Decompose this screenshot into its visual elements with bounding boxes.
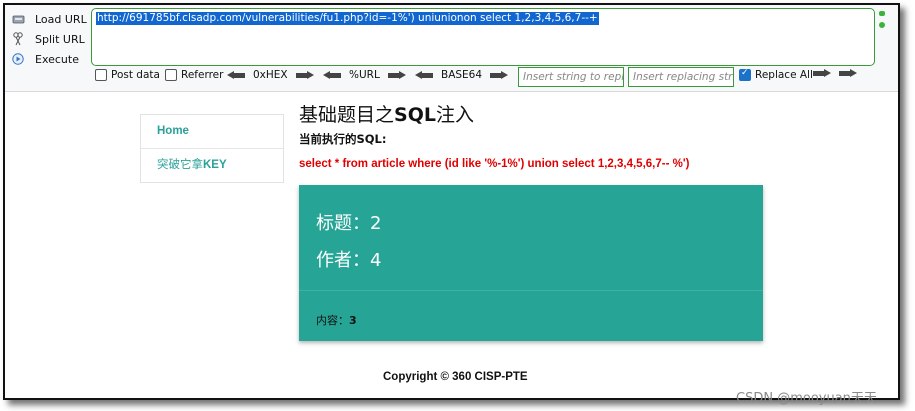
hackbar-actions: Load URL Split URL Execute [11, 9, 91, 69]
hex-encode-arrow-icon[interactable] [295, 70, 314, 80]
nav-key-suffix: KEY [203, 159, 227, 171]
article-author: 作者：4 [316, 250, 382, 271]
execute-button[interactable]: Execute [11, 49, 91, 69]
url-decode-arrow-icon[interactable] [323, 70, 341, 80]
replace-arrow-icon[interactable] [813, 69, 831, 78]
hex-encoder[interactable]: 0xHEX [227, 69, 314, 81]
sql-query: select * from article where (id like '%-… [299, 158, 690, 170]
post-data-checkbox[interactable] [95, 69, 107, 81]
replacing-string-input[interactable]: Insert replacing string [628, 67, 734, 87]
hackbar-options: Post data Referrer 0xHEX %URL BASE64 Ins… [5, 67, 898, 87]
replace-all-option[interactable]: Replace All [739, 68, 813, 81]
article-title: 标题：2 [316, 213, 382, 234]
referrer-label: Referrer [181, 69, 224, 81]
post-data-option[interactable]: Post data [95, 69, 160, 81]
nav-item-home[interactable]: Home [141, 115, 283, 148]
split-url-icon [11, 32, 25, 46]
base64-decode-arrow-icon[interactable] [415, 70, 433, 80]
url-textarea[interactable]: http://691785bf.clsadp.com/vulnerabiliti… [91, 8, 875, 66]
collapse-icon[interactable] [879, 11, 885, 16]
card-divider [299, 290, 763, 291]
hackbar-side-controls [879, 11, 887, 34]
base64-encoder[interactable]: BASE64 [415, 69, 509, 81]
content-value: 3 [349, 314, 357, 327]
replace-arrow-1[interactable] [813, 69, 831, 78]
url-value: http://691785bf.clsadp.com/vulnerabiliti… [96, 12, 599, 25]
execute-icon [11, 52, 25, 66]
replace-all-arrow-icon[interactable] [839, 69, 857, 78]
post-data-label: Post data [111, 69, 160, 81]
load-url-icon [11, 12, 25, 26]
page-title-suffix: 注入 [435, 104, 474, 126]
sql-label: 当前执行的SQL: [299, 132, 387, 146]
load-url-label: Load URL [35, 12, 87, 26]
referrer-option[interactable]: Referrer [165, 69, 223, 81]
article-card: 标题：2 作者：4 内容：3 [299, 185, 763, 341]
base64-label: BASE64 [441, 69, 483, 81]
referrer-checkbox[interactable] [165, 69, 177, 81]
status-dot-icon [879, 22, 885, 28]
screenshot-frame: Load URL Split URL Execute http://691785… [3, 3, 900, 400]
page-title-bold: SQL [394, 104, 436, 126]
csdn-watermark: CSDN @mooyuan天天 [736, 391, 877, 406]
replace-all-label: Replace All [755, 69, 813, 81]
content-label: 内容： [316, 314, 349, 327]
page-title: 基础题目之SQL注入 [299, 100, 474, 127]
replace-arrow-2[interactable] [839, 69, 857, 78]
url-encode-arrow-icon[interactable] [387, 70, 406, 80]
side-nav: Home 突破它拿KEY [140, 114, 284, 183]
url-encode-label: %URL [349, 69, 380, 81]
nav-key-prefix: 突破它拿 [157, 159, 203, 171]
replace-all-checkbox[interactable] [739, 68, 751, 81]
page-title-prefix: 基础题目之 [299, 104, 395, 126]
hex-label: 0xHEX [253, 69, 288, 81]
insert-string-input[interactable]: Insert string to replace [518, 67, 624, 87]
split-url-button[interactable]: Split URL [11, 29, 91, 49]
base64-encode-arrow-icon[interactable] [490, 70, 509, 80]
article-content: 内容：3 [316, 312, 357, 328]
hackbar: Load URL Split URL Execute http://691785… [5, 5, 898, 92]
url-encoder[interactable]: %URL [323, 69, 406, 81]
hex-decode-arrow-icon[interactable] [227, 70, 245, 80]
footer-copyright: Copyright © 360 CISP-PTE [383, 371, 528, 383]
execute-label: Execute [35, 52, 79, 66]
nav-item-get-key[interactable]: 突破它拿KEY [141, 148, 283, 182]
load-url-button[interactable]: Load URL [11, 9, 91, 29]
split-url-label: Split URL [35, 32, 85, 46]
